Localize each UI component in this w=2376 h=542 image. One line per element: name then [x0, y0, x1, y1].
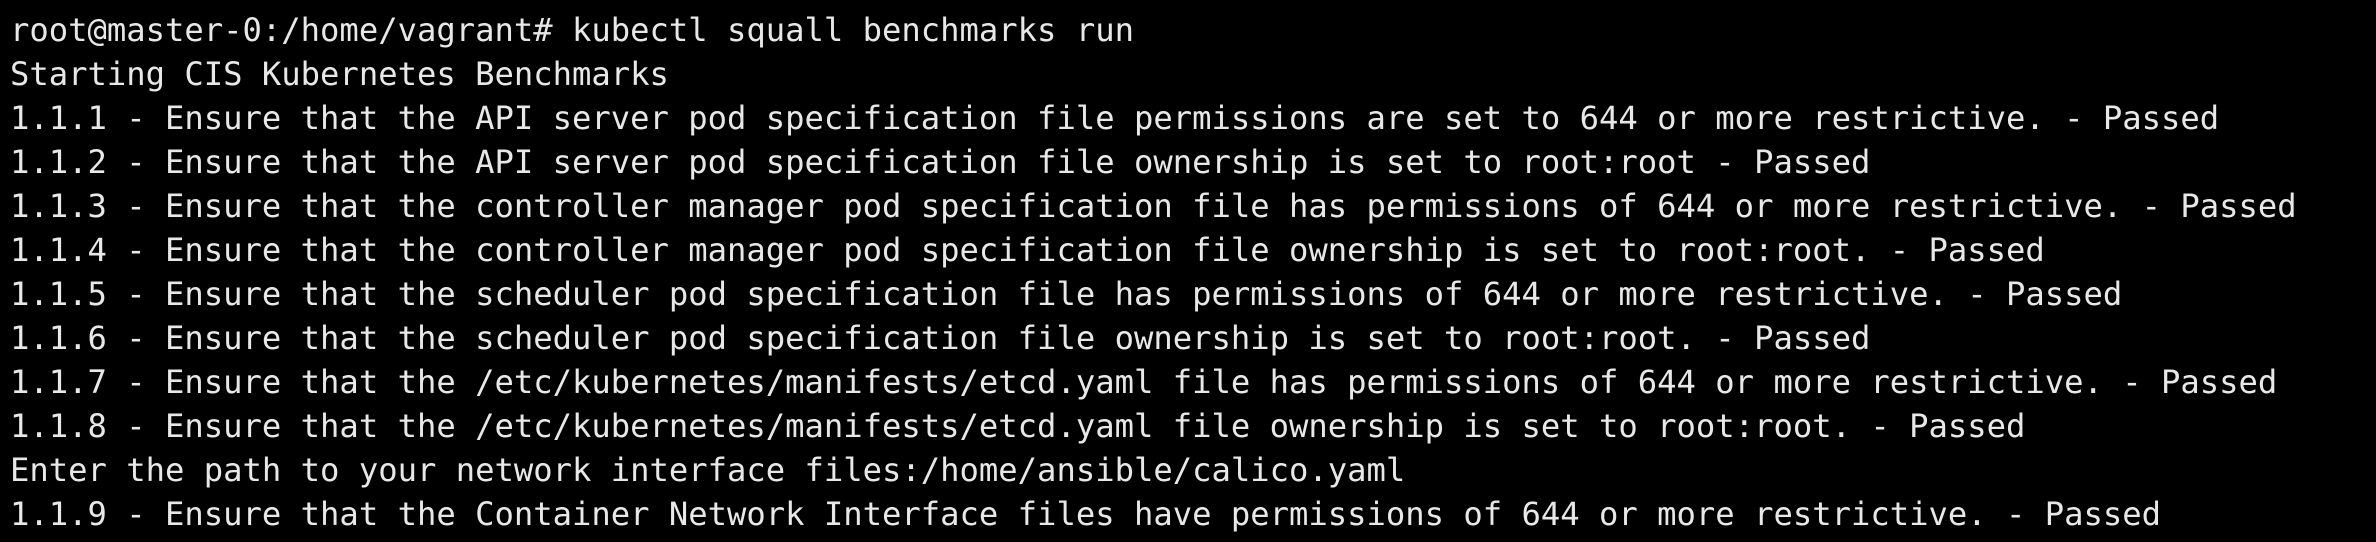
- output-line-1-1-5: 1.1.5 - Ensure that the scheduler pod sp…: [10, 275, 2123, 313]
- command-prompt-line: root@master-0:/home/vagrant# kubectl squ…: [10, 11, 1134, 49]
- output-line-1-1-9: 1.1.9 - Ensure that the Container Networ…: [10, 495, 2162, 533]
- output-line-1-1-3: 1.1.3 - Ensure that the controller manag…: [10, 187, 2297, 225]
- terminal-window[interactable]: root@master-0:/home/vagrant# kubectl squ…: [0, 0, 2376, 542]
- output-line-1-1-1: 1.1.1 - Ensure that the API server pod s…: [10, 99, 2220, 137]
- output-line-1-1-7: 1.1.7 - Ensure that the /etc/kubernetes/…: [10, 363, 2278, 401]
- output-line-header: Starting CIS Kubernetes Benchmarks: [10, 55, 669, 93]
- output-line-1-1-8: 1.1.8 - Ensure that the /etc/kubernetes/…: [10, 407, 2026, 445]
- output-line-1-1-6: 1.1.6 - Ensure that the scheduler pod sp…: [10, 319, 1871, 357]
- output-line-1-1-2: 1.1.2 - Ensure that the API server pod s…: [10, 143, 1871, 181]
- output-line-1-1-4: 1.1.4 - Ensure that the controller manag…: [10, 231, 2045, 269]
- input-prompt-line: Enter the path to your network interface…: [10, 451, 1406, 489]
